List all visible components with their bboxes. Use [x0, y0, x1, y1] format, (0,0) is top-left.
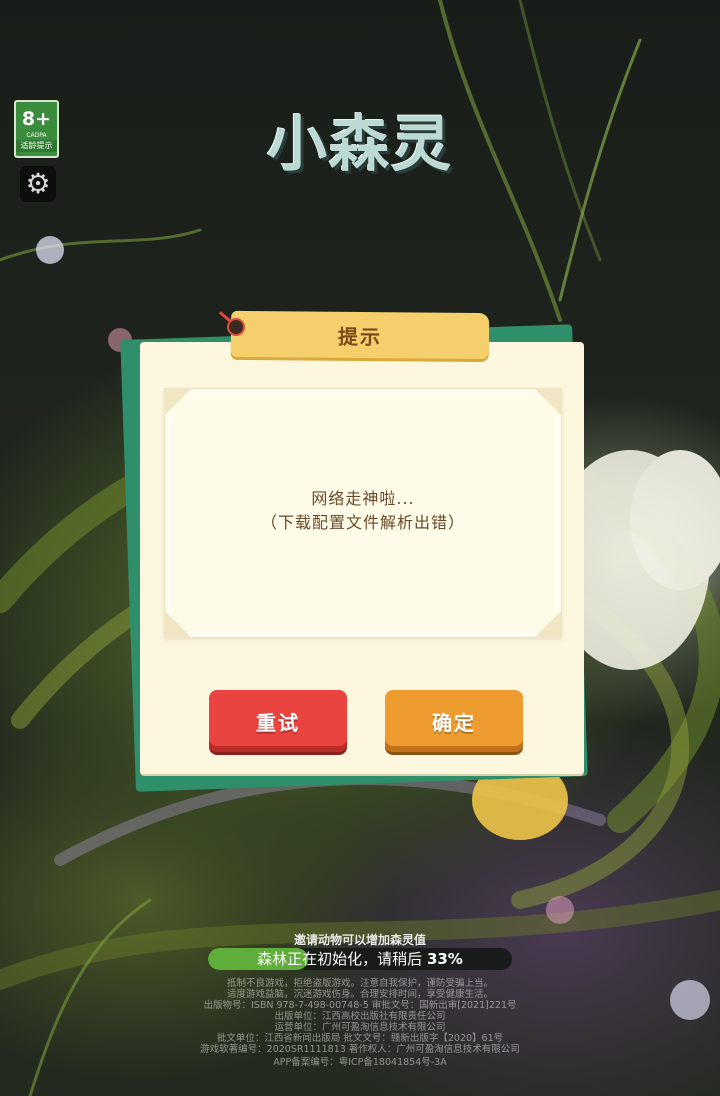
loading-percent: 33% — [426, 950, 463, 968]
gear-icon: ⚙ — [25, 167, 51, 200]
legal-line-2: 适度游戏益脑，沉迷游戏伤身。合理安排时间，享受健康生活。 — [226, 989, 493, 1000]
dialog-title: 提示 — [337, 324, 383, 349]
dialog-message-line-2: （下载配置文件解析出错） — [260, 513, 465, 532]
loading-status-text: 森林正在初始化，请稍后 — [257, 950, 423, 968]
dialog-message-panel: 网络走神啦... （下载配置文件解析出错） — [164, 388, 562, 638]
pin-icon — [227, 318, 245, 336]
dialog-title-banner: 提示 — [230, 310, 490, 360]
legal-line-6: 批文单位：江西省新闻出版局 批文文号：赣新出版字【2020】61号 — [216, 1033, 504, 1044]
age-rating-value: 8+ — [21, 108, 52, 130]
game-logo-text: 小森灵 — [267, 110, 453, 180]
invite-hint: 邀请动物可以增加森灵值 — [293, 933, 426, 947]
legal-line-3: 出版物号：ISBN 978-7-498-00748-5 审批文号：国新出审[20… — [203, 1000, 517, 1011]
legal-line-1: 抵制不良游戏，拒绝盗版游戏。注意自我保护，谨防受骗上当。 — [226, 978, 493, 989]
age-rating-org: CADPA — [26, 132, 47, 139]
loading-progress-bar: 森林正在初始化，请稍后 33% — [208, 948, 512, 970]
confirm-button-label: 确定 — [432, 710, 476, 735]
age-rating-badge: 8+ CADPA 适龄提示 — [14, 100, 59, 158]
retry-button-label: 重试 — [256, 710, 300, 735]
retry-button[interactable]: 重试 — [209, 690, 347, 752]
loading-status: 森林正在初始化，请稍后 33% — [208, 948, 512, 970]
legal-line-5: 运营单位：广州可盈淘信息技术有限公司 — [274, 1022, 446, 1033]
game-logo: 小森灵 — [250, 95, 470, 205]
game-screen: 8+ CADPA 适龄提示 ⚙ 小森灵 提示 网络走神啦... （下载配置文件解… — [0, 0, 720, 1096]
age-rating-label: 适龄提示 — [16, 140, 57, 152]
settings-button[interactable]: ⚙ — [20, 166, 56, 202]
legal-line-4: 出版单位：江西高校出版社有限责任公司 — [274, 1011, 446, 1022]
dialog-message-line-1: 网络走神啦... — [311, 489, 415, 508]
legal-line-7: 游戏软著编号：2020SR1111813 著作权人：广州可盈淘信息技术有限公司 — [200, 1044, 520, 1055]
confirm-button[interactable]: 确定 — [385, 690, 523, 752]
legal-line-8: APP备案编号：粤ICP备18041854号-3A — [273, 1057, 447, 1068]
